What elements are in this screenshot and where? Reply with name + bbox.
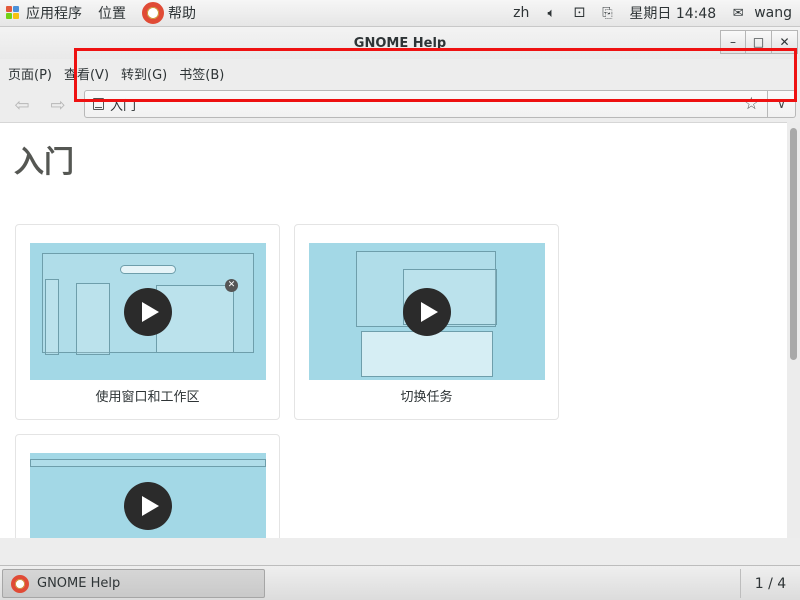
volume-icon[interactable]: 🔈︎: [543, 6, 559, 21]
help-lifebuoy-icon: [11, 574, 29, 593]
applications-menu[interactable]: 应用程序: [0, 0, 90, 27]
taskbar-item-help[interactable]: GNOME Help: [2, 569, 265, 598]
video-thumbnail[interactable]: [309, 243, 545, 380]
window-controls: – □ ✕: [720, 30, 798, 54]
network-icon[interactable]: ⚀: [571, 6, 587, 21]
applications-icon: [6, 6, 20, 20]
chat-icon[interactable]: ✉: [730, 6, 746, 21]
menu-go[interactable]: 转到(G): [117, 64, 171, 83]
help-launcher[interactable]: 帮助: [134, 0, 204, 27]
video-card-tasks[interactable]: 切换任务: [294, 224, 559, 420]
places-label: 位置: [98, 6, 126, 22]
forward-arrow-icon[interactable]: ⇨: [40, 91, 76, 119]
close-button[interactable]: ✕: [772, 30, 798, 54]
window-title: GNOME Help: [353, 35, 447, 51]
toolbar: ⇦ ⇨ 入门 ☆ ∨: [0, 87, 800, 123]
location-bar[interactable]: 入门 ☆: [84, 90, 768, 118]
top-panel: 应用程序 位置 帮助 zh 🔈︎ ⚀ ⎘ 星期日 14:48 ✉ wang: [0, 0, 800, 27]
document-icon: [93, 98, 104, 110]
window-titlebar[interactable]: GNOME Help – □ ✕: [0, 27, 800, 59]
back-arrow-icon[interactable]: ⇦: [4, 91, 40, 119]
video-thumbnail[interactable]: [30, 453, 266, 538]
card-label[interactable]: 使用窗口和工作区: [16, 386, 279, 405]
panel-indicators: zh 🔈︎ ⚀ ⎘ 星期日 14:48 ✉ wang: [505, 0, 800, 27]
page-title: 入门: [14, 145, 74, 180]
menu-bookmarks[interactable]: 书签(B): [175, 64, 228, 83]
clock[interactable]: 星期日 14:48: [621, 0, 724, 27]
places-menu[interactable]: 位置: [90, 0, 134, 27]
help-content: 入门 ✕ 使用窗口和工作区 切换任务: [0, 122, 787, 538]
help-label: 帮助: [168, 6, 196, 22]
maximize-button[interactable]: □: [746, 30, 772, 54]
chevron-down-icon[interactable]: ∨: [768, 90, 796, 118]
task-label: GNOME Help: [37, 576, 121, 591]
video-thumbnail[interactable]: ✕: [30, 243, 266, 380]
video-card-third[interactable]: [15, 434, 280, 538]
card-label[interactable]: 切换任务: [295, 386, 558, 405]
play-icon[interactable]: [124, 481, 172, 530]
location-text: 入门: [110, 98, 137, 114]
play-icon[interactable]: [403, 287, 451, 336]
help-lifebuoy-icon: [142, 2, 164, 24]
bottom-taskbar: GNOME Help 1 / 4: [0, 565, 800, 600]
input-method-indicator[interactable]: zh: [505, 0, 537, 27]
applications-label: 应用程序: [26, 6, 82, 22]
content-scrollbar[interactable]: [787, 122, 800, 538]
scroll-thumb[interactable]: [790, 128, 797, 360]
minimize-button[interactable]: –: [720, 30, 746, 54]
menu-view[interactable]: 查看(V): [60, 64, 113, 83]
play-icon[interactable]: [124, 287, 172, 336]
bookmark-star-icon[interactable]: ☆: [744, 94, 759, 114]
user-menu[interactable]: wang: [752, 0, 800, 27]
clipboard-icon[interactable]: ⎘: [599, 6, 615, 21]
workspace-switcher[interactable]: 1 / 4: [740, 569, 800, 598]
video-card-windows[interactable]: ✕ 使用窗口和工作区: [15, 224, 280, 420]
menu-page[interactable]: 页面(P): [4, 64, 56, 83]
menubar: 页面(P) 查看(V) 转到(G) 书签(B): [0, 59, 800, 87]
